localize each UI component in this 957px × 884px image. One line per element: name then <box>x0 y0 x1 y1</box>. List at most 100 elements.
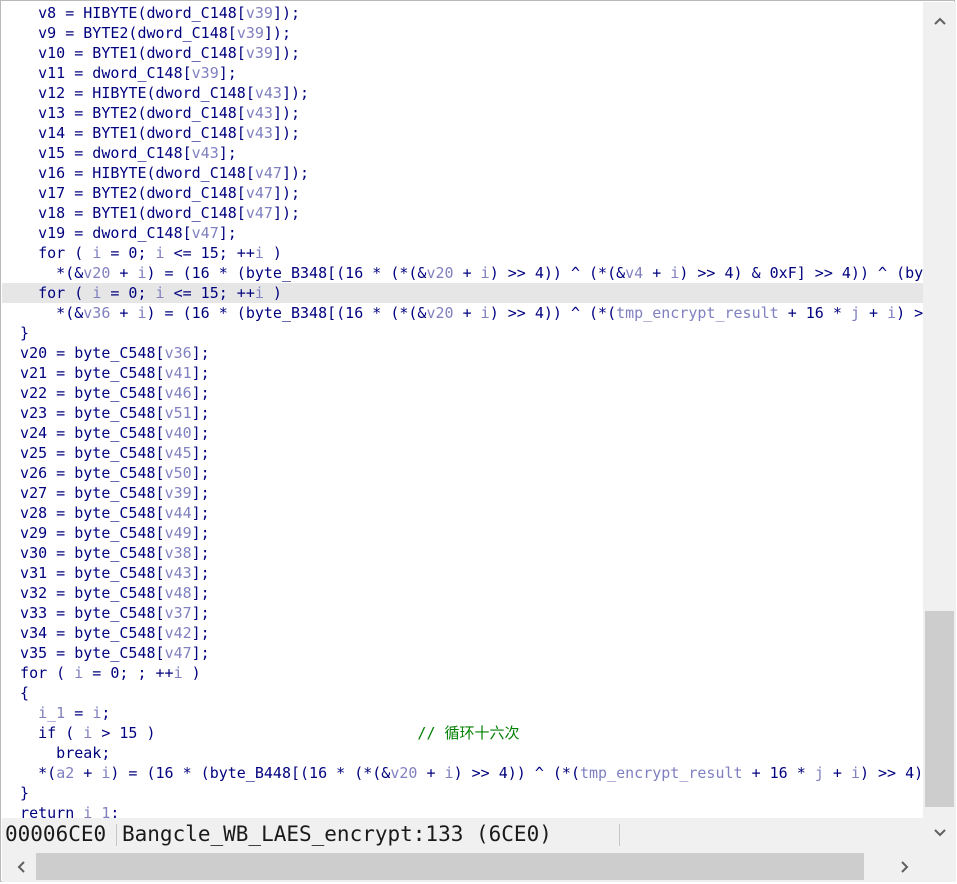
vertical-scroll-thumb[interactable] <box>925 611 954 807</box>
code-line[interactable]: v33 = byte_C548[v37]; <box>2 603 923 623</box>
code-line[interactable]: } <box>2 323 923 343</box>
code-identifier[interactable]: i <box>156 284 165 302</box>
code-identifier[interactable]: v20 <box>426 304 453 322</box>
code-identifier[interactable]: j <box>851 304 860 322</box>
code-identifier[interactable]: v45 <box>165 444 192 462</box>
code-identifier[interactable]: v47 <box>246 204 273 222</box>
scroll-down-button[interactable] <box>923 816 956 849</box>
code-identifier[interactable]: v43 <box>255 84 282 102</box>
code-line[interactable]: v9 = BYTE2(dword_C148[v39]); <box>2 23 923 43</box>
code-identifier[interactable]: a2 <box>56 764 74 782</box>
code-line[interactable]: break; <box>2 743 923 763</box>
code-line[interactable]: v17 = BYTE2(dword_C148[v47]); <box>2 183 923 203</box>
horizontal-scroll-thumb[interactable] <box>36 853 864 880</box>
code-identifier[interactable]: v39 <box>165 484 192 502</box>
code-identifier[interactable]: v48 <box>165 584 192 602</box>
code-line[interactable]: v29 = byte_C548[v49]; <box>2 523 923 543</box>
code-line[interactable]: v20 = byte_C548[v36]; <box>2 343 923 363</box>
code-identifier[interactable]: i <box>156 244 165 262</box>
code-identifier[interactable]: i <box>74 664 83 682</box>
code-line[interactable]: v28 = byte_C548[v44]; <box>2 503 923 523</box>
code-identifier[interactable]: i_1 <box>83 804 110 818</box>
code-identifier[interactable]: v46 <box>165 384 192 402</box>
pseudocode-view[interactable]: v8 = HIBYTE(dword_C148[v39]); v9 = BYTE2… <box>2 2 923 818</box>
code-line[interactable]: v34 = byte_C548[v42]; <box>2 623 923 643</box>
code-line[interactable]: { <box>2 683 923 703</box>
code-identifier[interactable]: v42 <box>165 624 192 642</box>
code-line[interactable]: return i_1; <box>2 803 923 818</box>
code-identifier[interactable]: v40 <box>165 424 192 442</box>
vertical-scrollbar[interactable] <box>923 2 956 851</box>
code-identifier[interactable]: j <box>815 764 824 782</box>
code-line[interactable]: v11 = dword_C148[v39]; <box>2 63 923 83</box>
code-identifier[interactable]: v41 <box>165 364 192 382</box>
scroll-right-button[interactable] <box>888 851 921 882</box>
code-identifier[interactable]: i <box>445 764 454 782</box>
code-identifier[interactable]: tmp_encrypt_result <box>580 764 743 782</box>
code-line[interactable]: v16 = HIBYTE(dword_C148[v47]); <box>2 163 923 183</box>
code-line[interactable]: v35 = byte_C548[v47]; <box>2 643 923 663</box>
code-identifier[interactable]: v47 <box>255 164 282 182</box>
code-identifier[interactable]: v47 <box>165 644 192 662</box>
code-identifier[interactable]: v4 <box>625 264 643 282</box>
horizontal-scrollbar[interactable] <box>2 851 923 882</box>
code-identifier[interactable]: i <box>255 244 264 262</box>
code-identifier[interactable]: v51 <box>165 404 192 422</box>
code-line[interactable]: i_1 = i; <box>2 703 923 723</box>
code-identifier[interactable]: i <box>851 764 860 782</box>
code-line[interactable]: v14 = BYTE1(dword_C148[v43]); <box>2 123 923 143</box>
code-line[interactable]: v27 = byte_C548[v39]; <box>2 483 923 503</box>
code-line[interactable]: for ( i = 0; i <= 15; ++i ) <box>2 243 923 263</box>
code-line[interactable]: v32 = byte_C548[v48]; <box>2 583 923 603</box>
code-line[interactable]: *(&v36 + i) = (16 * (byte_B348[(16 * (*(… <box>2 303 923 323</box>
code-identifier[interactable]: i <box>92 704 101 722</box>
code-line[interactable]: v26 = byte_C548[v50]; <box>2 463 923 483</box>
code-line[interactable]: for ( i = 0; ; ++i ) <box>2 663 923 683</box>
code-line[interactable]: v12 = HIBYTE(dword_C148[v43]); <box>2 83 923 103</box>
code-line[interactable]: v15 = dword_C148[v43]; <box>2 143 923 163</box>
code-line[interactable]: v19 = dword_C148[v47]; <box>2 223 923 243</box>
code-line[interactable]: v13 = BYTE2(dword_C148[v43]); <box>2 103 923 123</box>
code-identifier[interactable]: tmp_encrypt_result <box>616 304 779 322</box>
code-line[interactable]: *(&v20 + i) = (16 * (byte_B348[(16 * (*(… <box>2 263 923 283</box>
code-identifier[interactable]: i <box>92 244 101 262</box>
code-identifier[interactable]: v50 <box>165 464 192 482</box>
code-identifier[interactable]: i <box>887 304 896 322</box>
code-identifier[interactable]: i <box>174 664 183 682</box>
code-identifier[interactable]: v43 <box>246 124 273 142</box>
code-identifier[interactable]: i <box>481 264 490 282</box>
code-identifier[interactable]: v47 <box>192 224 219 242</box>
code-identifier[interactable]: v47 <box>246 184 273 202</box>
code-identifier[interactable]: v20 <box>426 264 453 282</box>
code-line[interactable]: v21 = byte_C548[v41]; <box>2 363 923 383</box>
code-identifier[interactable]: v43 <box>165 564 192 582</box>
code-identifier[interactable]: v39 <box>192 64 219 82</box>
code-identifier[interactable]: v44 <box>165 504 192 522</box>
code-line[interactable]: v23 = byte_C548[v51]; <box>2 403 923 423</box>
code-identifier[interactable]: v37 <box>165 604 192 622</box>
code-line[interactable]: for ( i = 0; i <= 15; ++i ) <box>2 283 923 303</box>
code-identifier[interactable]: v49 <box>165 524 192 542</box>
code-line[interactable]: v18 = BYTE1(dword_C148[v47]); <box>2 203 923 223</box>
code-line[interactable]: v24 = byte_C548[v40]; <box>2 423 923 443</box>
scroll-left-button[interactable] <box>4 851 37 882</box>
code-identifier[interactable]: v38 <box>165 544 192 562</box>
code-identifier[interactable]: v43 <box>192 144 219 162</box>
code-identifier[interactable]: i <box>137 304 146 322</box>
code-identifier[interactable]: v39 <box>246 44 273 62</box>
code-identifier[interactable]: v39 <box>246 4 273 22</box>
code-line[interactable]: v22 = byte_C548[v46]; <box>2 383 923 403</box>
scroll-up-button[interactable] <box>923 4 956 37</box>
code-identifier[interactable]: v39 <box>237 24 264 42</box>
code-identifier[interactable]: i <box>83 724 92 742</box>
code-identifier[interactable]: v20 <box>83 264 110 282</box>
code-identifier[interactable]: v36 <box>83 304 110 322</box>
code-line[interactable]: v8 = HIBYTE(dword_C148[v39]); <box>2 3 923 23</box>
code-line[interactable]: } <box>2 783 923 803</box>
code-identifier[interactable]: v43 <box>246 104 273 122</box>
code-identifier[interactable]: i <box>481 304 490 322</box>
code-line[interactable]: v10 = BYTE1(dword_C148[v39]); <box>2 43 923 63</box>
code-line[interactable]: if ( i > 15 ) // 循环十六次 <box>2 723 923 743</box>
code-line[interactable]: v25 = byte_C548[v45]; <box>2 443 923 463</box>
code-identifier[interactable]: v36 <box>165 344 192 362</box>
